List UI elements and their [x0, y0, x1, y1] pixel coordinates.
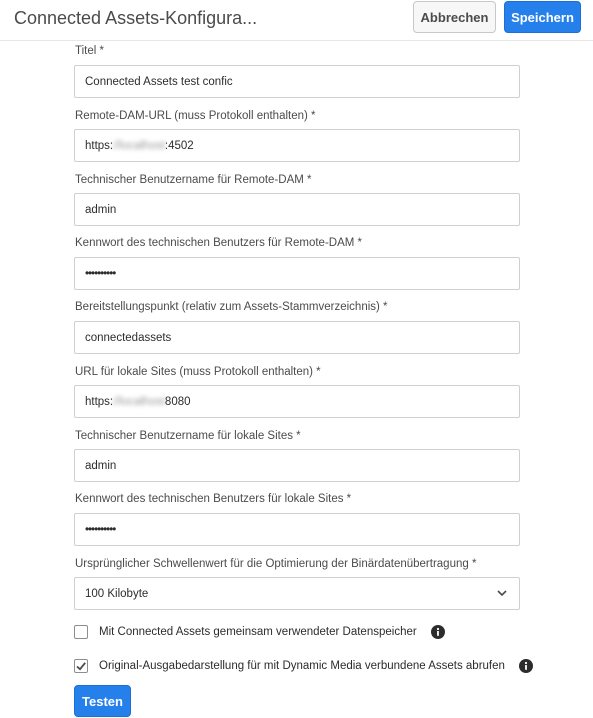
- chevron-down-icon: [497, 590, 507, 597]
- cancel-button[interactable]: Abbrechen: [413, 1, 496, 33]
- remote-dam-username-input[interactable]: admin: [74, 193, 520, 226]
- test-button[interactable]: Testen: [74, 685, 131, 717]
- dynamic-media-label: Original-Ausgabedarstellung für mit Dyna…: [99, 660, 505, 672]
- remote-dam-username-value: admin: [85, 203, 117, 216]
- local-sites-username-value: admin: [85, 459, 117, 472]
- save-button[interactable]: Speichern: [504, 1, 581, 33]
- local-sites-password-input[interactable]: ••••••••••: [74, 513, 520, 546]
- title-label: Titel *: [75, 45, 104, 57]
- mount-point-value: connectedassets: [85, 331, 172, 344]
- remote-dam-url-prefix: https:: [85, 139, 114, 152]
- remote-dam-password-label: Kennwort des technischen Benutzers für R…: [75, 237, 362, 249]
- remote-dam-url-label: Remote-DAM-URL (muss Protokoll enthalten…: [75, 110, 316, 122]
- remote-dam-username-label: Technischer Benutzername für Remote-DAM …: [75, 174, 312, 186]
- shared-datastore-label: Mit Connected Assets gemeinsam verwendet…: [99, 626, 417, 638]
- remote-dam-url-input[interactable]: https://localhost:4502: [74, 129, 520, 162]
- dynamic-media-row: Original-Ausgabedarstellung für mit Dyna…: [74, 657, 533, 675]
- threshold-label: Ursprünglicher Schwellenwert für die Opt…: [75, 558, 477, 570]
- local-sites-password-value: ••••••••••: [85, 523, 116, 536]
- info-icon[interactable]: [430, 625, 445, 639]
- checkmark-icon: [76, 662, 86, 671]
- local-sites-username-label: Technischer Benutzername für lokale Site…: [75, 430, 301, 442]
- remote-dam-url-port: :4502: [164, 139, 194, 152]
- shared-datastore-checkbox[interactable]: [74, 625, 88, 639]
- local-sites-url-blurred-host: //localhost: [113, 395, 165, 408]
- title-input[interactable]: Connected Assets test confic: [74, 65, 520, 98]
- local-sites-url-prefix: https:: [85, 395, 114, 408]
- info-icon[interactable]: [518, 659, 533, 673]
- local-sites-password-label: Kennwort des technischen Benutzers für l…: [75, 493, 352, 505]
- threshold-selected-value: 100 Kilobyte: [85, 587, 149, 600]
- shared-datastore-row: Mit Connected Assets gemeinsam verwendet…: [74, 623, 445, 641]
- local-sites-username-input[interactable]: admin: [74, 449, 520, 482]
- mount-point-label: Bereitstellungspunkt (relativ zum Assets…: [75, 301, 388, 313]
- title-value: Connected Assets test confic: [85, 75, 233, 88]
- remote-dam-password-value: ••••••••••: [85, 267, 116, 280]
- dynamic-media-checkbox[interactable]: [74, 659, 88, 673]
- remote-dam-url-blurred-host: //localhost: [113, 139, 165, 152]
- top-bar: Connected Assets-Konfigura... Abbrechen …: [0, 0, 593, 41]
- mount-point-input[interactable]: connectedassets: [74, 321, 520, 354]
- local-sites-url-input[interactable]: https://localhost 8080: [74, 385, 520, 418]
- local-sites-url-port: 8080: [164, 395, 191, 408]
- threshold-select[interactable]: 100 Kilobyte: [74, 577, 520, 610]
- remote-dam-password-input[interactable]: ••••••••••: [74, 257, 520, 290]
- page-title: Connected Assets-Konfigura...: [14, 8, 258, 28]
- local-sites-url-label: URL für lokale Sites (muss Protokoll ent…: [75, 366, 321, 378]
